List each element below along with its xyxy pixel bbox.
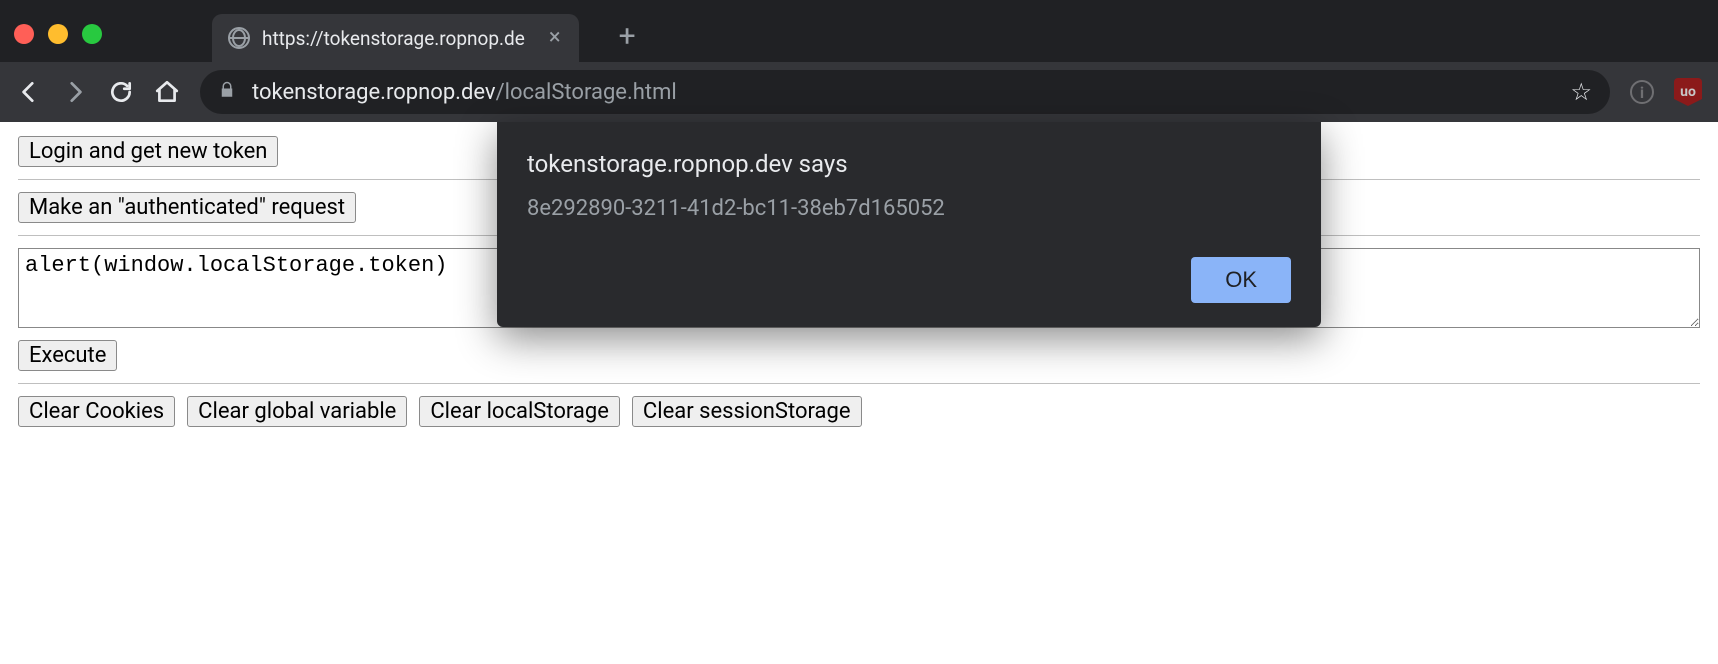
globe-icon	[228, 27, 250, 49]
alert-origin: tokenstorage.ropnop.dev says	[527, 150, 1291, 178]
clear-global-variable-button[interactable]: Clear global variable	[187, 396, 407, 427]
site-info-icon[interactable]: i	[1630, 80, 1654, 104]
clear-localstorage-button[interactable]: Clear localStorage	[419, 396, 620, 427]
login-button[interactable]: Login and get new token	[18, 136, 278, 167]
execute-button[interactable]: Execute	[18, 340, 117, 371]
window-maximize-button[interactable]	[82, 24, 102, 44]
url-domain: tokenstorage.ropnop.dev	[252, 80, 496, 105]
close-tab-icon[interactable]: ×	[549, 27, 561, 49]
browser-toolbar: tokenstorage.ropnop.dev/localStorage.htm…	[0, 62, 1718, 122]
url-path: /localStorage.html	[496, 80, 677, 105]
clear-sessionstorage-button[interactable]: Clear sessionStorage	[632, 396, 862, 427]
alert-ok-button[interactable]: OK	[1191, 257, 1291, 303]
window-close-button[interactable]	[14, 24, 34, 44]
tab-strip: https://tokenstorage.ropnop.de × +	[0, 0, 1718, 62]
window-controls	[14, 24, 102, 44]
ublock-extension-icon[interactable]: uo	[1674, 78, 1702, 106]
new-tab-button[interactable]: +	[619, 22, 636, 52]
forward-button[interactable]	[62, 79, 88, 105]
tab-title: https://tokenstorage.ropnop.de	[262, 27, 525, 50]
alert-dialog: tokenstorage.ropnop.dev says 8e292890-32…	[497, 122, 1321, 327]
clear-cookies-button[interactable]: Clear Cookies	[18, 396, 175, 427]
bookmark-star-icon[interactable]: ☆	[1570, 78, 1592, 106]
url-text: tokenstorage.ropnop.dev/localStorage.htm…	[252, 80, 677, 105]
reload-button[interactable]	[108, 79, 134, 105]
home-button[interactable]	[154, 79, 180, 105]
alert-message: 8e292890-3211-41d2-bc11-38eb7d165052	[527, 196, 1291, 221]
authenticated-request-button[interactable]: Make an "authenticated" request	[18, 192, 356, 223]
browser-tab[interactable]: https://tokenstorage.ropnop.de ×	[212, 14, 579, 62]
divider	[18, 383, 1700, 384]
browser-chrome: https://tokenstorage.ropnop.de × + token…	[0, 0, 1718, 122]
clear-buttons-row: Clear Cookies Clear global variable Clea…	[18, 396, 1700, 427]
address-bar[interactable]: tokenstorage.ropnop.dev/localStorage.htm…	[200, 70, 1610, 114]
window-minimize-button[interactable]	[48, 24, 68, 44]
lock-icon	[218, 80, 236, 105]
back-button[interactable]	[16, 79, 42, 105]
